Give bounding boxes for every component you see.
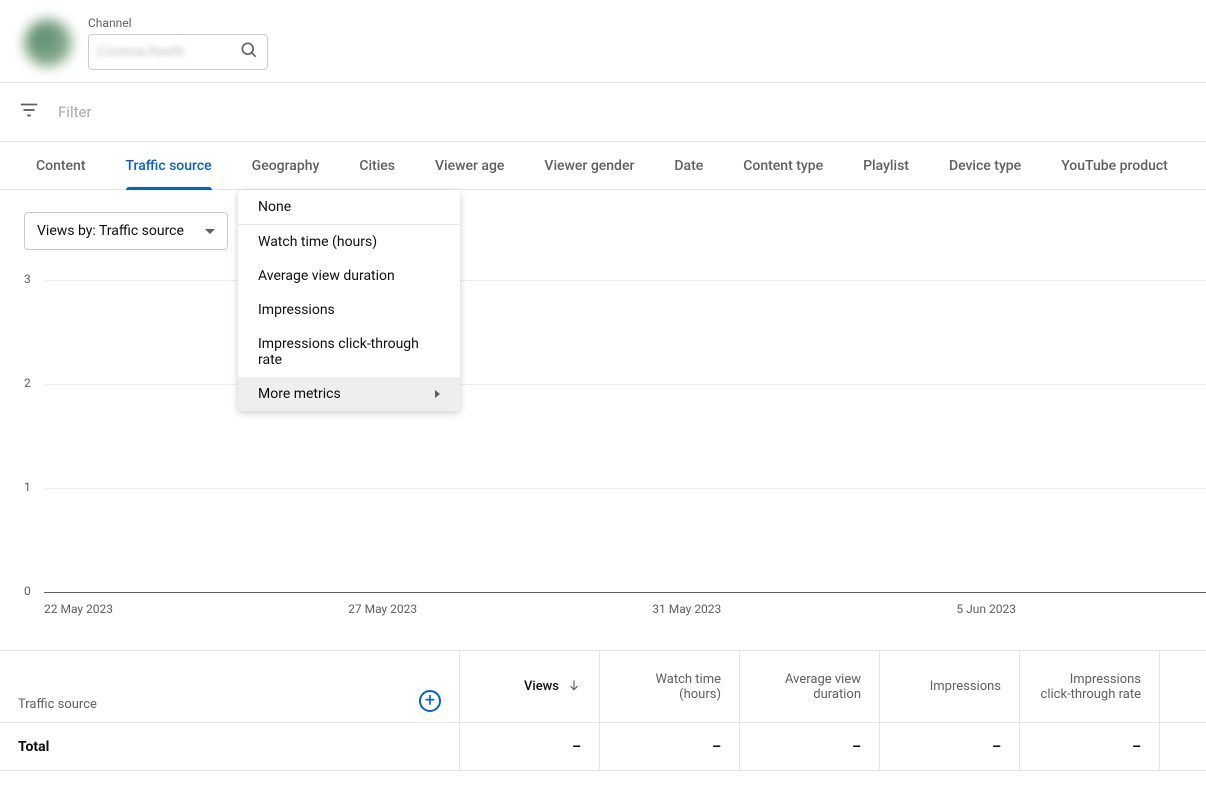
- chart-area: 3 2 1 0 22 May 2023 27 May 2023 31 May 2…: [0, 272, 1206, 612]
- cell-impressions: –: [880, 723, 1020, 771]
- table-area: Traffic source + Views Watch time (hours…: [0, 650, 1206, 771]
- col-header-watch-time[interactable]: Watch time (hours): [600, 651, 740, 723]
- controls-row: Views by: Traffic source None Watch time…: [0, 190, 1206, 250]
- channel-header: Channel Corinna Keefe: [0, 0, 1206, 83]
- tab-traffic-source[interactable]: Traffic source: [106, 142, 232, 190]
- tabs-row: Content Traffic source Geography Cities …: [0, 142, 1206, 190]
- dropdown-item-avg-view-duration[interactable]: Average view duration: [238, 259, 460, 293]
- x-tick: 5 Jun 2023: [956, 602, 1016, 616]
- col-header-views[interactable]: Views: [460, 651, 600, 723]
- col-header-label: Average view duration: [758, 672, 861, 702]
- tab-device-type[interactable]: Device type: [929, 142, 1041, 190]
- tab-youtube-product[interactable]: YouTube product: [1041, 142, 1188, 190]
- col-header-traffic-source[interactable]: Traffic source +: [0, 651, 460, 723]
- gridline: [44, 280, 1206, 281]
- col-header-label: Views: [524, 679, 559, 694]
- tab-geography[interactable]: Geography: [232, 142, 340, 190]
- views-by-label: Views by: Traffic source: [37, 223, 184, 239]
- tab-playlist[interactable]: Playlist: [843, 142, 929, 190]
- x-labels: 22 May 2023 27 May 2023 31 May 2023 5 Ju…: [44, 602, 1206, 616]
- x-tick: 27 May 2023: [348, 602, 417, 616]
- channel-column: Channel Corinna Keefe: [88, 16, 268, 70]
- tab-content[interactable]: Content: [16, 142, 106, 190]
- caret-right-icon: [435, 390, 440, 398]
- search-icon[interactable]: [239, 40, 259, 64]
- y-tick: 1: [24, 480, 31, 494]
- y-tick: 0: [24, 584, 31, 598]
- y-tick: 3: [24, 272, 31, 286]
- col-header-label: Traffic source: [18, 697, 97, 712]
- col-header-ctr[interactable]: Impressions click-through rate: [1020, 651, 1160, 723]
- cell-watch-time: –: [600, 723, 740, 771]
- col-header-pad: [1160, 651, 1206, 723]
- col-header-avg-duration[interactable]: Average view duration: [740, 651, 880, 723]
- metric-dropdown: None Watch time (hours) Average view dur…: [238, 190, 460, 411]
- x-tick: 22 May 2023: [44, 602, 113, 616]
- col-header-impressions[interactable]: Impressions: [880, 651, 1020, 723]
- caret-down-icon: [205, 229, 215, 234]
- dropdown-item-impr-ctr[interactable]: Impressions click-through rate: [238, 327, 460, 377]
- tab-viewer-gender[interactable]: Viewer gender: [524, 142, 654, 190]
- dropdown-item-more-metrics[interactable]: More metrics: [238, 377, 460, 411]
- filter-bar[interactable]: Filter: [0, 83, 1206, 142]
- tab-content-type[interactable]: Content type: [723, 142, 843, 190]
- row-label: Total: [0, 723, 460, 771]
- dropdown-item-impressions[interactable]: Impressions: [238, 293, 460, 327]
- views-by-select[interactable]: Views by: Traffic source: [24, 212, 228, 250]
- tab-viewer-age[interactable]: Viewer age: [415, 142, 524, 190]
- cell-ctr: –: [1020, 723, 1160, 771]
- gridline: [44, 384, 1206, 385]
- tab-cities[interactable]: Cities: [339, 142, 415, 190]
- col-header-label: Impressions click-through rate: [1038, 672, 1141, 702]
- filter-icon: [18, 99, 40, 125]
- filter-placeholder: Filter: [58, 103, 92, 121]
- sort-desc-icon: [567, 678, 581, 696]
- col-header-label: Impressions: [930, 679, 1001, 694]
- baseline: [44, 592, 1206, 593]
- channel-search[interactable]: Corinna Keefe: [88, 34, 268, 70]
- avatar: [24, 19, 72, 67]
- x-tick: 31 May 2023: [652, 602, 721, 616]
- cell-pad: [1160, 723, 1206, 771]
- table-header-row: Traffic source + Views Watch time (hours…: [0, 651, 1206, 723]
- channel-label: Channel: [88, 16, 268, 30]
- channel-name: Corinna Keefe: [97, 44, 239, 60]
- dropdown-item-none[interactable]: None: [238, 190, 460, 225]
- dropdown-item-watch-time[interactable]: Watch time (hours): [238, 225, 460, 259]
- cell-views: –: [460, 723, 600, 771]
- col-header-label: Watch time (hours): [618, 672, 721, 702]
- add-column-button[interactable]: +: [419, 690, 441, 712]
- y-tick: 2: [24, 376, 31, 390]
- cell-avg-duration: –: [740, 723, 880, 771]
- table-row: Total – – – – –: [0, 723, 1206, 771]
- gridline: [44, 488, 1206, 489]
- dropdown-item-label: More metrics: [258, 386, 341, 402]
- tab-date[interactable]: Date: [654, 142, 723, 190]
